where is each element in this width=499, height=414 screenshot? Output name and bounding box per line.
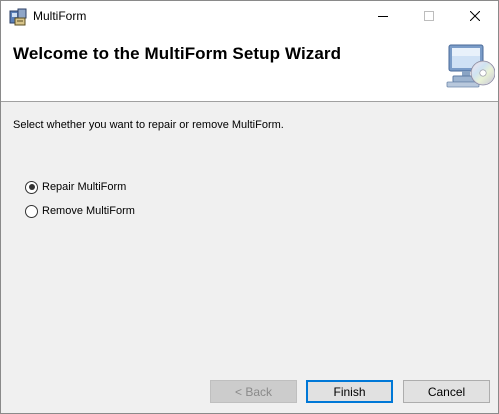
remove-option[interactable]: Remove MultiForm [25,203,135,219]
installer-app-icon [9,8,27,26]
close-icon [470,11,480,21]
remove-option-label[interactable]: Remove MultiForm [42,205,135,217]
minimize-button[interactable] [360,1,406,31]
repair-radio[interactable] [25,180,38,194]
title-bar[interactable]: MultiForm [1,1,498,31]
wizard-header-banner: Welcome to the MultiForm Setup Wizard [1,31,498,102]
setup-wizard-window: MultiForm Welcome to the MultiForm Setup… [0,0,499,414]
instruction-text: Select whether you want to repair or rem… [13,119,284,131]
computer-cd-icon [446,44,495,88]
maximize-button[interactable] [406,1,452,31]
repair-option[interactable]: Repair MultiForm [25,179,126,195]
repair-option-label[interactable]: Repair MultiForm [42,181,126,193]
cancel-button[interactable]: Cancel [403,380,490,403]
window-title: MultiForm [33,9,87,23]
remove-radio[interactable] [25,204,38,218]
close-button[interactable] [452,1,498,31]
wizard-title: Welcome to the MultiForm Setup Wizard [13,44,342,63]
finish-button[interactable]: Finish [306,380,393,403]
minimize-icon [378,16,388,17]
maximize-icon [424,11,434,21]
back-button[interactable]: < Back [210,380,297,403]
